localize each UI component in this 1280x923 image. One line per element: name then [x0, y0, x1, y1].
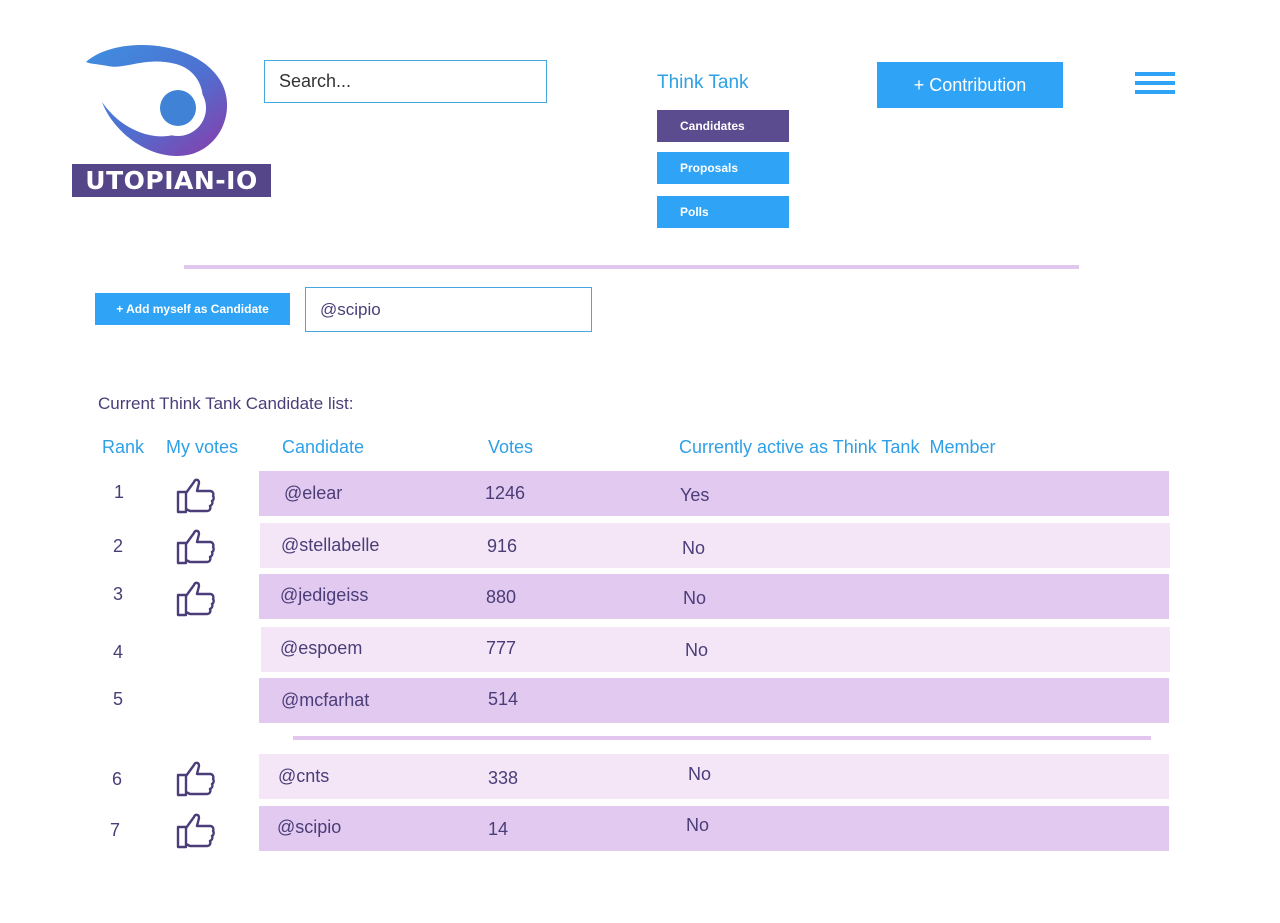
thumbs-up-icon[interactable] — [176, 478, 216, 514]
candidate-cell[interactable]: @jedigeiss — [280, 585, 368, 606]
candidate-cell[interactable]: @scipio — [277, 817, 341, 838]
active-status-cell: No — [686, 815, 710, 835]
username-input[interactable] — [305, 287, 592, 332]
table-row[interactable] — [259, 754, 1169, 799]
table-row[interactable] — [259, 574, 1169, 619]
table-row[interactable] — [259, 678, 1169, 723]
column-header-active: Currently active as Think Tank Member — [679, 437, 996, 457]
thumbs-up-icon[interactable] — [176, 581, 216, 617]
votes-cell: 1246 — [485, 483, 526, 503]
rank-cell: 2 — [113, 536, 124, 556]
votes-cell: 514 — [488, 689, 519, 709]
votes-cell: 880 — [486, 587, 517, 607]
table-row[interactable] — [260, 523, 1170, 568]
rank-cell: 3 — [113, 584, 124, 604]
table-row[interactable] — [259, 806, 1169, 851]
header-divider — [184, 265, 1079, 269]
candidate-cell[interactable]: @espoem — [280, 638, 362, 659]
active-status-cell: No — [682, 538, 706, 558]
candidate-cell[interactable]: @elear — [284, 483, 342, 504]
eye-logo-icon — [86, 44, 228, 156]
contribution-button[interactable]: + Contribution — [877, 62, 1063, 108]
search-input[interactable] — [264, 60, 547, 103]
column-header-votes: Votes — [488, 437, 534, 457]
table-row[interactable] — [261, 627, 1170, 672]
votes-cell: 338 — [488, 768, 519, 788]
nav-item-polls[interactable]: Polls — [657, 196, 789, 228]
candidate-cell[interactable]: @stellabelle — [281, 535, 379, 556]
hamburger-menu-icon[interactable] — [1135, 72, 1175, 98]
rank-cell: 6 — [112, 769, 123, 789]
thumbs-up-icon[interactable] — [176, 813, 216, 849]
thumbs-up-icon[interactable] — [176, 529, 216, 565]
utopian-logo[interactable]: UTOPIAN-IO — [72, 42, 272, 198]
votes-cell: 777 — [486, 638, 517, 658]
active-status-cell: No — [683, 588, 707, 608]
candidate-cell[interactable]: @cnts — [278, 766, 329, 787]
rank-cell: 4 — [113, 642, 124, 662]
candidate-cell[interactable]: @mcfarhat — [281, 690, 369, 711]
votes-cell: 916 — [487, 536, 518, 556]
nav-item-proposals[interactable]: Proposals — [657, 152, 789, 184]
think-tank-title: Think Tank — [657, 72, 749, 93]
column-header-my-votes: My votes — [166, 437, 239, 457]
active-status-cell: No — [688, 764, 712, 784]
rank-cell: 7 — [110, 820, 121, 840]
candidate-list-title: Current Think Tank Candidate list: — [98, 394, 354, 413]
column-header-candidate: Candidate — [282, 437, 365, 457]
votes-cell: 14 — [488, 819, 509, 839]
rank-cell: 1 — [114, 482, 125, 502]
add-candidate-button[interactable]: + Add myself as Candidate — [95, 293, 290, 325]
thumbs-up-icon[interactable] — [176, 761, 216, 797]
brand-name: UTOPIAN-IO — [72, 164, 271, 197]
app-root: UTOPIAN-IO Think Tank Candidates Proposa… — [0, 0, 1280, 923]
rank-cell: 5 — [113, 689, 124, 709]
active-status-cell: No — [685, 640, 709, 660]
table-row[interactable] — [259, 471, 1169, 516]
column-header-rank: Rank — [102, 437, 145, 457]
active-status-cell: Yes — [680, 485, 710, 505]
nav-item-candidates[interactable]: Candidates — [657, 110, 789, 142]
list-divider — [293, 736, 1151, 740]
